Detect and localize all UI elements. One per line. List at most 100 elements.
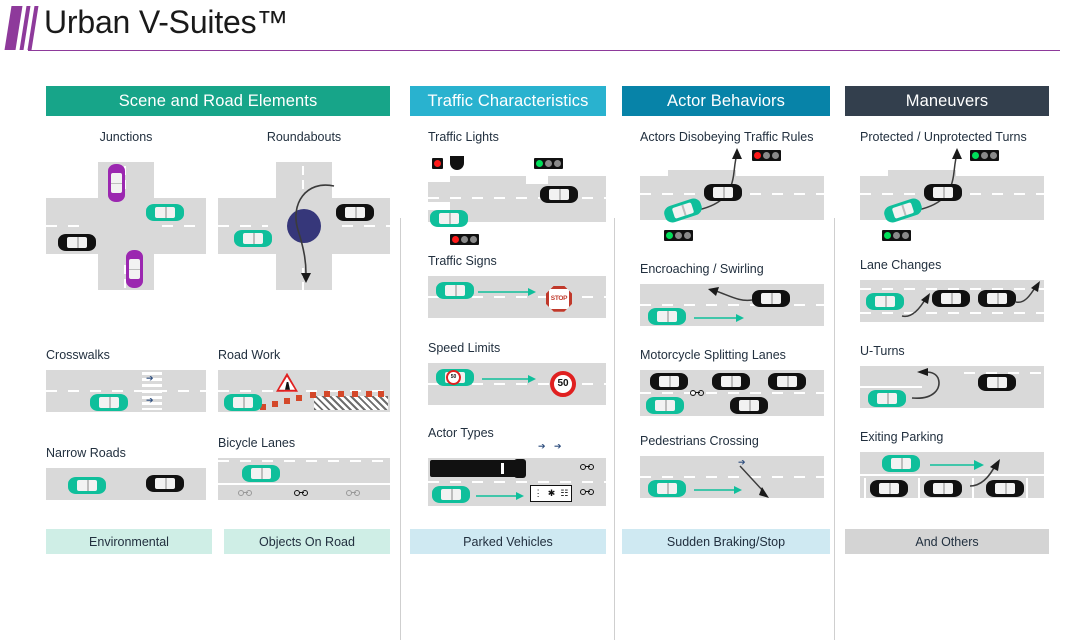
vehicle-ego [430, 209, 468, 227]
vehicle-ego [882, 454, 920, 472]
diagram-u-turns [860, 363, 1044, 410]
pedestrian-icon: ➔ [538, 440, 546, 451]
diagram-speed-limits: 50 50 [428, 360, 606, 407]
trajectory-arrow [295, 184, 335, 283]
diagram-encroaching-swirling [640, 281, 824, 328]
speed-limit-sign: 50 [550, 370, 576, 397]
pedestrian-icon: ➔ [554, 440, 562, 451]
traffic-light-housing-icon [450, 155, 464, 170]
vehicle-other [924, 183, 962, 201]
card-title-encroaching-swirling: Encroaching / Swirling [640, 262, 764, 276]
title-bar: Urban V-Suites™ [0, 0, 1080, 58]
card-title-traffic-lights: Traffic Lights [428, 130, 499, 144]
traffic-light-red [432, 157, 443, 169]
column-divider [400, 218, 401, 640]
footer-pill-and-others[interactable]: And Others [845, 529, 1049, 554]
vehicle-ego [648, 479, 686, 497]
diagram-protected-turns [860, 147, 1044, 254]
exit-parking-arrow [969, 458, 1000, 487]
card-title-motorcycle-splitting: Motorcycle Splitting Lanes [640, 348, 786, 362]
traffic-light-red [450, 233, 479, 245]
stop-sign-label: STOP [550, 295, 568, 303]
vehicle-highlight [108, 163, 125, 202]
footer-pill-objects-on-road[interactable]: Objects On Road [224, 529, 390, 554]
vehicle-other [650, 372, 688, 390]
vehicle-ego [866, 292, 904, 310]
card-title-protected-turns: Protected / Unprotected Turns [860, 130, 1027, 144]
vehicle-other [978, 373, 1016, 391]
vehicle-ego [90, 393, 128, 411]
diagram-narrow-roads [46, 465, 206, 502]
u-turn-arrow [911, 367, 940, 399]
urban-v-suites-logo-icon [4, 6, 40, 50]
diagram-road-work [218, 367, 390, 414]
taxonomy-columns: Scene and Road Elements Junctions Rounda… [0, 86, 1080, 640]
footer-pill-environmental[interactable]: Environmental [46, 529, 212, 554]
vehicle-other [704, 183, 742, 201]
bicycle-lane-marking-icon [346, 489, 360, 497]
footer-pills-scene: Environmental Objects On Road [46, 529, 390, 554]
diagram-actors-disobeying [640, 147, 824, 256]
card-title-narrow-roads: Narrow Roads [46, 446, 126, 460]
motion-arrow [478, 287, 536, 296]
encroach-arrow [708, 286, 753, 301]
stop-sign: STOP [546, 285, 572, 312]
vehicle-ego [436, 281, 474, 299]
vehicle-ego [868, 389, 906, 407]
card-title-lane-changes: Lane Changes [860, 258, 942, 272]
card-title-roundabouts: Roundabouts [266, 130, 342, 144]
card-title-junctions: Junctions [99, 130, 153, 144]
card-title-crosswalks: Crosswalks [46, 348, 110, 362]
column-maneuvers: Maneuvers Protected / Unprotected Turns [845, 86, 1049, 560]
card-title-exiting-parking: Exiting Parking [860, 430, 944, 444]
traffic-light-green [664, 229, 693, 241]
column-header-traffic-characteristics[interactable]: Traffic Characteristics [410, 86, 606, 116]
vehicle-ego [68, 476, 106, 494]
diagram-junctions [46, 150, 206, 300]
bicycle-icon [294, 489, 308, 497]
vehicle-ego [242, 464, 280, 482]
card-title-road-work: Road Work [218, 348, 281, 362]
column-header-maneuvers[interactable]: Maneuvers [845, 86, 1049, 116]
title-underline [28, 50, 1060, 51]
diagram-motorcycle-splitting [640, 367, 824, 418]
vehicle-ego [646, 396, 684, 414]
column-traffic-characteristics: Traffic Characteristics Traffic Lights T… [410, 86, 606, 560]
diagram-crosswalks: ➔ ➔ [46, 367, 206, 414]
diagram-roundabouts [218, 150, 390, 300]
vehicle-other [540, 185, 578, 203]
page-title: Urban V-Suites™ [44, 4, 289, 40]
card-title-u-turns: U-Turns [860, 344, 905, 358]
diagram-exiting-parking [860, 449, 1044, 500]
column-actor-behaviors: Actor Behaviors Actors Disobeying Traffi… [622, 86, 830, 560]
vehicle-other [712, 372, 750, 390]
column-divider [834, 218, 835, 640]
motorcycle-icon [690, 389, 704, 397]
motion-arrow [694, 485, 742, 494]
traffic-light-green [882, 229, 911, 241]
footer-pills-maneuvers: And Others [845, 529, 1049, 554]
vehicle-ego [146, 203, 184, 221]
card-title-speed-limits: Speed Limits [428, 341, 501, 355]
speed-limit-sign-small: 50 [446, 369, 461, 385]
lane-change-arrow [901, 292, 930, 317]
lane-change-arrow [1015, 280, 1040, 303]
motion-arrow [476, 491, 524, 500]
card-title-pedestrians-crossing: Pedestrians Crossing [640, 434, 759, 448]
footer-pill-parked-vehicles[interactable]: Parked Vehicles [410, 529, 606, 554]
diagram-actor-types: ➔ ➔ ⋮ ✱ ☷ [428, 441, 606, 510]
card-title-traffic-signs: Traffic Signs [428, 254, 497, 268]
vehicle-ego [648, 307, 686, 325]
traffic-light-green [534, 157, 563, 169]
vehicle-parked [924, 479, 962, 497]
footer-pills-traffic: Parked Vehicles [410, 529, 606, 554]
column-scene-and-road-elements: Scene and Road Elements Junctions Rounda… [46, 86, 390, 560]
vehicle-other [336, 203, 374, 221]
diagram-traffic-lights [428, 150, 606, 260]
vehicle-other [768, 372, 806, 390]
vehicle-highlight [126, 249, 143, 288]
column-header-actor-behaviors[interactable]: Actor Behaviors [622, 86, 830, 116]
footer-pill-sudden-braking[interactable]: Sudden Braking/Stop [622, 529, 830, 554]
bus-icon: ⋮ ✱ ☷ [530, 484, 572, 502]
column-header-scene-and-road-elements[interactable]: Scene and Road Elements [46, 86, 390, 116]
